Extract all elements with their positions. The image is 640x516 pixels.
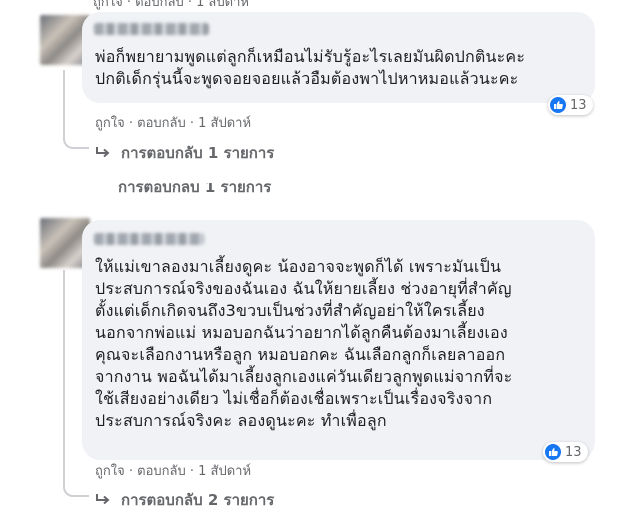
commenter-name[interactable] <box>94 233 204 245</box>
thread-line <box>63 70 89 149</box>
comment-1: พ่อก็พยายามพูดแต่ลูกก็เหมือนไม่รับรู้อะไ… <box>0 0 640 175</box>
comment-line: ปกติเด็กรุ่นนี้จะพูดจอยจอยแล้วอืมต้องพาไ… <box>95 69 519 88</box>
comment-line: จากงาน พอฉันได้มาเลี้ยงลูกเองแค่วันเดียว… <box>95 367 513 386</box>
reaction-summary[interactable]: 13 <box>548 95 593 115</box>
like-link[interactable]: ถูกใจ <box>95 464 125 479</box>
comment-line: นอกจากพ่อแม่ หมอบอกฉันว่าอยากได้ลูกคืนต้… <box>95 323 508 342</box>
reaction-count: 13 <box>570 97 587 113</box>
like-link[interactable]: ถูกใจ <box>95 116 125 131</box>
like-icon <box>550 97 566 113</box>
commenter-name[interactable] <box>94 23 209 35</box>
comment-bubble: พ่อก็พยายามพูดแต่ลูกก็เหมือนไม่รับรู้อะไ… <box>82 12 595 103</box>
view-replies-link[interactable]: การตอบกลับ 1 รายการ <box>95 141 274 165</box>
cutoff-replies-text: การตอบกลับ 1 รายการ <box>118 183 272 195</box>
comment-bubble: ให้แม่เขาลองมาเลี้ยงดูคะ น้องอาจจะพูดก็ไ… <box>82 220 595 460</box>
reaction-count: 13 <box>565 444 582 460</box>
reply-arrow-icon <box>96 494 110 505</box>
cutoff-divider: การตอบกลับ 1 รายการ <box>0 183 640 195</box>
comment-line: ใช้เสียงอย่างเดียว ไม่เชื่อก็ต้องเชื่อเพ… <box>95 389 493 408</box>
comment-line: พ่อก็พยายามพูดแต่ลูกก็เหมือนไม่รับรู้อะไ… <box>95 47 526 66</box>
comment-line: ประสบการณ์จริงคะ ลองดูนะคะ ทำเพื่อลูก <box>95 411 387 430</box>
comment-line: ให้แม่เขาลองมาเลี้ยงดูคะ น้องอาจจะพูดก็ไ… <box>95 257 502 276</box>
like-icon <box>545 444 561 460</box>
comment-2: ให้แม่เขาลองมาเลี้ยงดูคะ น้องอาจจะพูดก็ไ… <box>0 208 640 516</box>
comment-line: ตั้งแต่เด็กเกิดจนถึง3ขวบเป็นช่วงที่สำคัญ… <box>95 301 485 320</box>
thread-line <box>63 270 89 497</box>
comment-actions: ถูกใจ · ตอบกลับ · 1 สัปดาห์ <box>95 116 252 131</box>
reply-arrow-icon <box>96 147 110 158</box>
timestamp[interactable]: 1 สัปดาห์ <box>198 116 251 131</box>
reaction-summary[interactable]: 13 <box>543 442 588 462</box>
timestamp[interactable]: 1 สัปดาห์ <box>198 464 251 479</box>
reply-link[interactable]: ตอบกลับ <box>137 464 186 479</box>
comment-actions: ถูกใจ · ตอบกลับ · 1 สัปดาห์ <box>95 464 252 479</box>
comment-line: คุณจะเลือกงานหรือลูก หมอบอกคะ ฉันเลือกลู… <box>95 345 506 364</box>
comment-line: ประสบการณ์จริงของฉันเอง ฉันให้ยายเลี้ยง … <box>95 279 512 298</box>
view-replies-link[interactable]: การตอบกลับ 2 รายการ <box>95 488 274 512</box>
reply-link[interactable]: ตอบกลับ <box>137 116 186 131</box>
